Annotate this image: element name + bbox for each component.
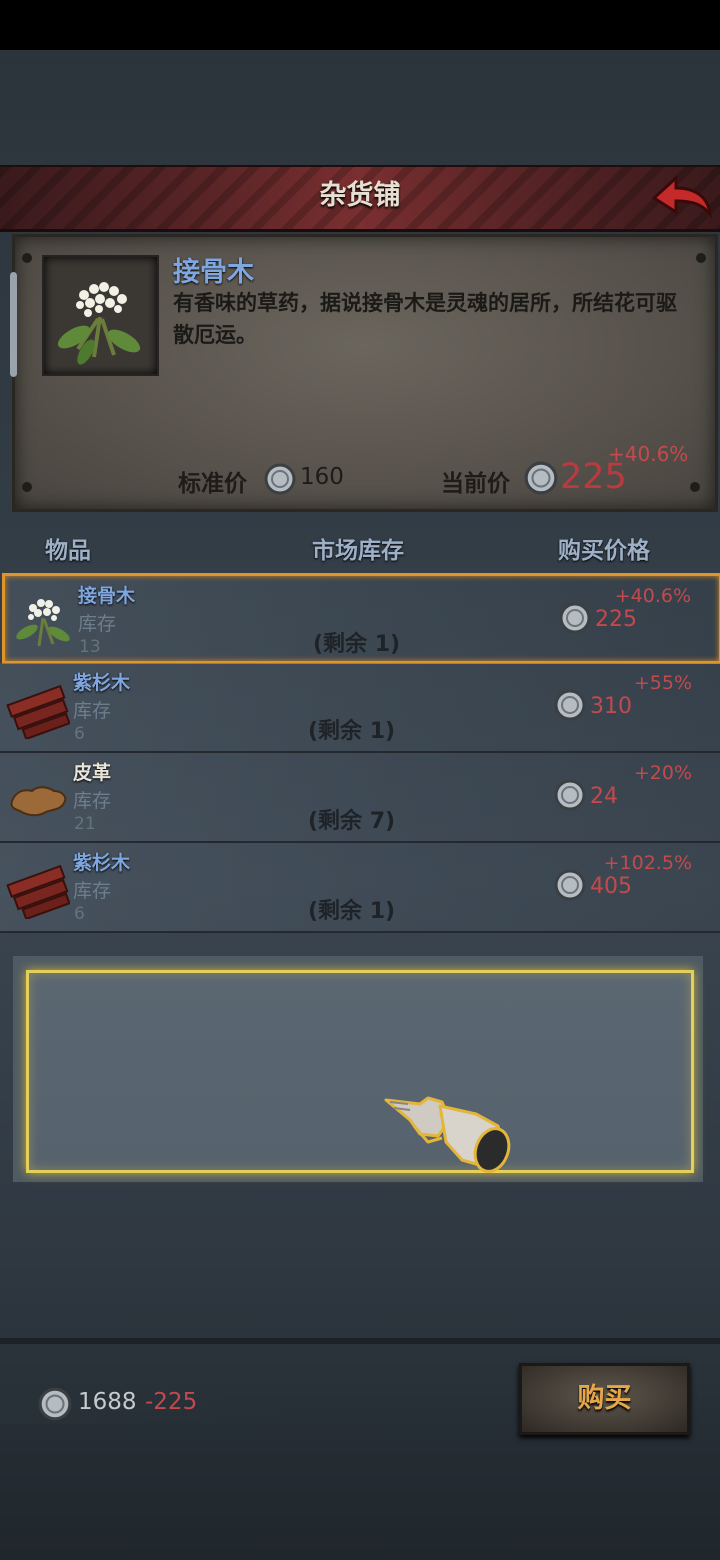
row-remaining: (剩余 7): [308, 809, 396, 834]
divider: [0, 1338, 720, 1344]
back-arrow-icon: [651, 174, 713, 219]
drop-slot[interactable]: [26, 970, 694, 1173]
row-price: 225: [595, 607, 637, 632]
row-stock-label: 库存: [73, 790, 112, 812]
row-price: 24: [590, 784, 618, 809]
row-price-change: +55%: [633, 672, 692, 694]
row-item-name: 皮革: [73, 762, 112, 784]
row-price: 405: [590, 874, 632, 899]
buy-button[interactable]: 购买: [519, 1363, 690, 1435]
shop-title: 杂货铺: [319, 180, 401, 211]
row-item-name: 接骨木: [78, 585, 136, 607]
yew-wood-icon: [6, 855, 71, 921]
header-item: 物品: [45, 538, 91, 564]
gauntlet-icon[interactable]: [380, 1080, 515, 1180]
silver-coin-icon: [524, 461, 558, 499]
silver-coin-icon: [554, 689, 586, 725]
row-stock-value: 6: [74, 904, 85, 924]
row-stock-value: 6: [74, 724, 85, 744]
item-description: 有香味的草药，据说接骨木是灵魂的居所，所结花可驱散厄运。: [173, 291, 677, 347]
item-name: 接骨木: [173, 257, 254, 288]
row-remaining: (剩余 1): [308, 899, 396, 924]
silver-coin-icon: [559, 602, 591, 638]
row-price-change: +102.5%: [603, 852, 692, 874]
row-price-change: +40.6%: [614, 585, 691, 607]
silver-coin-icon: [554, 869, 586, 905]
header-market-stock: 市场库存: [312, 538, 404, 564]
purchase-cost: -225: [145, 1389, 198, 1415]
silver-coin-icon: [554, 779, 586, 815]
nail-decoration: [690, 482, 700, 492]
elderflower-icon: [11, 588, 75, 652]
row-stock-label: 库存: [78, 613, 117, 635]
silver-coin-icon: [38, 1387, 72, 1425]
status-bar-area: [0, 0, 720, 50]
leather-icon: [6, 765, 70, 829]
table-row[interactable]: 紫杉木 库存 6 (剩余 1) 405 +102.5%: [0, 843, 720, 933]
row-stock-value: 13: [79, 637, 101, 657]
row-stock-value: 21: [74, 814, 96, 834]
row-remaining: (剩余 1): [313, 632, 401, 657]
item-thumbnail: [42, 255, 159, 376]
row-price-change: +20%: [633, 762, 692, 784]
silver-balance: 1688: [78, 1389, 137, 1415]
table-row[interactable]: 皮革 库存 21 (剩余 7) 24 +20%: [0, 753, 720, 843]
scroll-indicator[interactable]: [10, 272, 17, 377]
standard-price-label: 标准价: [178, 471, 247, 497]
header-buy-price: 购买价格: [558, 538, 650, 564]
current-price-change: +40.6%: [608, 442, 689, 466]
back-button[interactable]: [650, 170, 713, 222]
table-row[interactable]: 接骨木 库存 13 (剩余 1) 225 +40.6%: [2, 573, 720, 664]
current-price-label: 当前价: [441, 471, 510, 497]
nail-decoration: [22, 253, 32, 263]
table-row[interactable]: 紫杉木 库存 6 (剩余 1) 310 +55%: [0, 663, 720, 753]
nail-decoration: [696, 253, 706, 263]
row-stock-label: 库存: [73, 700, 112, 722]
row-price: 310: [590, 694, 632, 719]
row-stock-label: 库存: [73, 880, 112, 902]
row-item-name: 紫杉木: [73, 672, 131, 694]
standard-price-value: 160: [300, 464, 344, 490]
silver-coin-icon: [264, 463, 296, 499]
row-remaining: (剩余 1): [308, 719, 396, 744]
elderflower-icon: [57, 282, 141, 365]
row-item-name: 紫杉木: [73, 852, 131, 874]
yew-wood-icon: [6, 675, 71, 741]
nail-decoration: [22, 482, 32, 492]
